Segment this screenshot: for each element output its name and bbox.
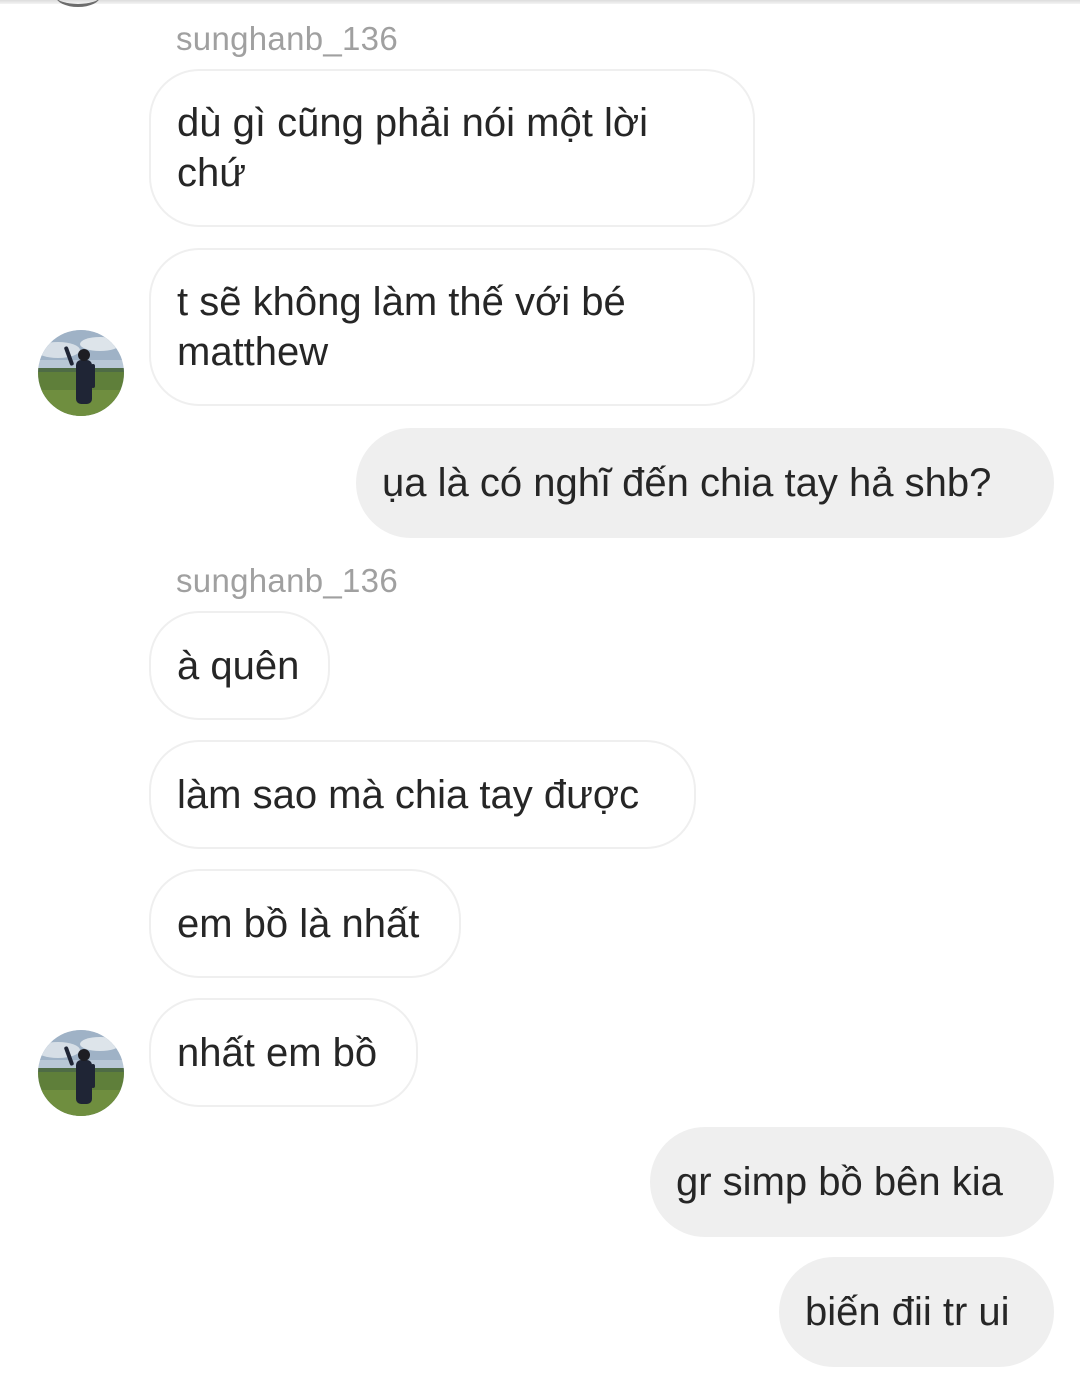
sender-avatar[interactable]	[38, 1030, 124, 1116]
incoming-message-bubble[interactable]: làm sao mà chia tay được	[149, 740, 696, 849]
outgoing-message-bubble[interactable]: gr simp bồ bên kia	[650, 1127, 1054, 1237]
incoming-message-bubble[interactable]: dù gì cũng phải nói một lời chứ	[149, 69, 755, 227]
incoming-message-bubble[interactable]: à quên	[149, 611, 330, 720]
sender-username: sunghanb_136	[176, 562, 398, 599]
avatar-photo-icon	[38, 330, 124, 416]
outgoing-message-bubble[interactable]: ụa là có nghĩ đến chia tay hả shb?	[356, 428, 1054, 538]
avatar-photo-icon	[38, 1030, 124, 1116]
message-text: dù gì cũng phải nói một lời chứ	[177, 101, 648, 195]
sender-username: sunghanb_136	[176, 20, 398, 57]
partial-icon-cropped	[56, 0, 100, 7]
incoming-message-bubble[interactable]: t sẽ không làm thế với bé matthew	[149, 248, 755, 406]
message-text: nhất em bồ	[177, 1030, 378, 1075]
outgoing-message-bubble[interactable]: biến đii tr ui	[779, 1257, 1054, 1367]
message-text: làm sao mà chia tay được	[177, 772, 640, 817]
message-text: ụa là có nghĩ đến chia tay hả shb?	[382, 461, 992, 505]
message-text: biến đii tr ui	[805, 1290, 1010, 1334]
sender-avatar[interactable]	[38, 330, 124, 416]
message-text: à quên	[177, 643, 300, 688]
message-text: gr simp bồ bên kia	[676, 1160, 1003, 1204]
message-text: t sẽ không làm thế với bé matthew	[177, 280, 626, 374]
incoming-message-bubble[interactable]: em bồ là nhất	[149, 869, 461, 978]
top-divider	[0, 0, 1080, 4]
message-text: em bồ là nhất	[177, 901, 420, 946]
incoming-message-bubble[interactable]: nhất em bồ	[149, 998, 418, 1107]
